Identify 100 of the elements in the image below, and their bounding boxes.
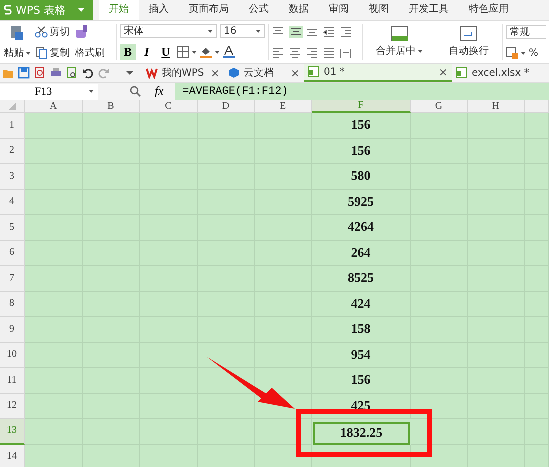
- document-tab[interactable]: 我的WPS ×: [142, 64, 224, 82]
- column-header[interactable]: E: [255, 100, 312, 113]
- formula-field[interactable]: =AVERAGE(F1:F12): [174, 83, 549, 100]
- row-header[interactable]: 9: [0, 317, 25, 342]
- wrap-text-button[interactable]: 自动换行: [448, 26, 490, 58]
- align-middle-icon: [288, 26, 303, 38]
- table-cell: [411, 113, 468, 138]
- row-header[interactable]: 6: [0, 240, 25, 266]
- table-cell: [83, 113, 140, 138]
- table-cell: 156: [312, 368, 411, 394]
- ribbon-tab[interactable]: 视图: [359, 0, 399, 20]
- table-cell: [198, 113, 255, 138]
- table-cell: 264: [312, 240, 411, 266]
- table-cell: [25, 138, 83, 164]
- table-cell: [255, 419, 312, 444]
- close-tab-button[interactable]: ×: [438, 66, 448, 78]
- ribbon-tab[interactable]: 开始: [99, 0, 139, 20]
- table-cell: 158: [312, 317, 411, 342]
- indent-increase-icon: [340, 26, 354, 38]
- redo-icon[interactable]: [98, 67, 110, 79]
- cut-button[interactable]: 剪切: [34, 25, 71, 39]
- table-cell: [255, 113, 312, 138]
- font-style-button[interactable]: B: [120, 44, 136, 60]
- zoom-icon[interactable]: [130, 86, 141, 97]
- function-button[interactable]: fx: [155, 84, 164, 99]
- ribbon-tab[interactable]: 特色应用: [459, 0, 519, 20]
- table-cell: [25, 317, 83, 342]
- save-icon[interactable]: [18, 67, 30, 79]
- justify-icon: [322, 46, 337, 58]
- row-header[interactable]: 4: [0, 190, 25, 215]
- caret-icon: [26, 52, 31, 54]
- clipboard-icon: [9, 24, 25, 40]
- table-cell: 156: [312, 113, 411, 138]
- table-cell: 4264: [312, 215, 411, 240]
- caret-icon: [521, 52, 526, 54]
- ribbon-tab[interactable]: 插入: [139, 0, 179, 20]
- name-box[interactable]: F13: [0, 84, 98, 100]
- row-header[interactable]: 12: [0, 394, 25, 419]
- table-cell: [411, 394, 468, 419]
- table-cell: 8525: [312, 266, 411, 292]
- fill-color-icon: [200, 46, 212, 58]
- ribbon-tab[interactable]: 开发工具: [399, 0, 459, 20]
- export-pdf-icon[interactable]: [34, 67, 46, 79]
- table-cell: 954: [312, 342, 411, 368]
- row-header[interactable]: 5: [0, 215, 25, 240]
- column-header[interactable]: H: [468, 100, 525, 113]
- sheet-icon: [456, 67, 468, 79]
- merge-center-button[interactable]: 合并居中: [375, 26, 424, 58]
- table-cell: [25, 164, 83, 190]
- caret-icon: [78, 8, 85, 12]
- document-tab[interactable]: 01 * ×: [304, 64, 452, 82]
- row-header[interactable]: 1: [0, 113, 25, 138]
- column-header[interactable]: D: [198, 100, 255, 113]
- table-cell: [25, 394, 83, 419]
- column-header[interactable]: G: [411, 100, 468, 113]
- format-painter-button[interactable]: 格式刷: [74, 46, 106, 60]
- paste-button[interactable]: 粘贴: [3, 46, 32, 60]
- ribbon-tab[interactable]: 页面布局: [179, 0, 239, 20]
- align-top-icon: [272, 26, 286, 38]
- table-cell: 424: [312, 292, 411, 317]
- distribute-icon: [340, 46, 354, 58]
- print-preview-icon[interactable]: [66, 67, 78, 79]
- copy-button[interactable]: 复制: [35, 46, 71, 60]
- print-icon[interactable]: [50, 67, 62, 79]
- document-tab[interactable]: excel.xlsx *: [452, 64, 536, 82]
- column-header[interactable]: A: [25, 100, 83, 113]
- ribbon-tab[interactable]: 审阅: [319, 0, 359, 20]
- table-cell: [25, 292, 83, 317]
- row-header[interactable]: 11: [0, 368, 25, 394]
- close-tab-button[interactable]: ×: [210, 66, 220, 80]
- column-header[interactable]: B: [83, 100, 140, 113]
- close-tab-button[interactable]: ×: [290, 66, 300, 80]
- row-header[interactable]: 3: [0, 164, 25, 190]
- row-header[interactable]: 7: [0, 266, 25, 292]
- ribbon-tab[interactable]: 公式: [239, 0, 279, 20]
- undo-icon[interactable]: [82, 67, 94, 79]
- number-format-field[interactable]: 常规: [506, 25, 546, 39]
- align-center-icon: [288, 46, 303, 58]
- row-header[interactable]: 2: [0, 138, 25, 164]
- font-style-button[interactable]: I: [139, 44, 156, 60]
- wps-logo-icon: [146, 67, 158, 79]
- logo-icon: [4, 5, 12, 15]
- font-name-field[interactable]: 宋体: [120, 24, 218, 38]
- currency-icon: [506, 47, 518, 59]
- document-tab[interactable]: 云文档 ×: [224, 64, 304, 82]
- row-header[interactable]: 10: [0, 342, 25, 368]
- table-cell: [411, 419, 468, 444]
- font-style-button[interactable]: U: [158, 44, 174, 60]
- table-cell: [25, 342, 83, 368]
- row-header[interactable]: 14: [0, 444, 25, 467]
- percent-button[interactable]: %: [529, 48, 539, 58]
- scissors-icon: [35, 26, 48, 38]
- column-header[interactable]: C: [140, 100, 198, 113]
- row-header[interactable]: 8: [0, 292, 25, 317]
- font-color-icon: [223, 46, 236, 58]
- merge-cells-icon: [390, 26, 409, 42]
- font-size-field[interactable]: 16: [220, 24, 266, 38]
- ribbon-tab[interactable]: 数据: [279, 0, 319, 20]
- sheet-icon: [308, 66, 320, 78]
- table-cell: 5925: [312, 190, 411, 215]
